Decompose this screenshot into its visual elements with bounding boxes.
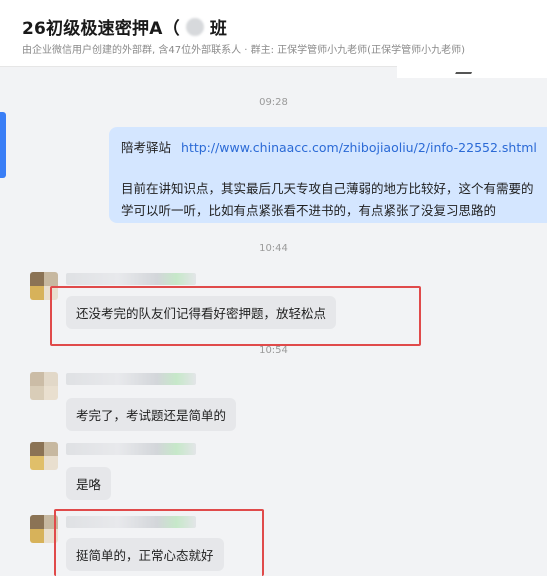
- chat-title-suffix: 班: [209, 19, 227, 39]
- redacted-sender-name: [66, 443, 196, 455]
- avatar[interactable]: [30, 372, 58, 400]
- highlight-box: [50, 286, 421, 346]
- incoming-message-bubble[interactable]: 考完了，考试题还是简单的: [66, 398, 237, 431]
- chat-title-row[interactable]: 26初级极速密押A（ 班: [22, 14, 227, 39]
- chat-header: 26初级极速密押A（ 班 由企业微信用户创建的外部群, 含47位外部联系人 · …: [0, 0, 547, 67]
- partial-image-preview[interactable]: [397, 66, 547, 78]
- image-scribble: [455, 66, 475, 74]
- message-timestamp: 09:28: [259, 97, 288, 108]
- redacted-sender-name: [66, 373, 196, 385]
- incoming-message-bubble[interactable]: 是咯: [66, 467, 112, 500]
- message-timestamp: 10:44: [259, 243, 288, 254]
- chat-subtitle: 由企业微信用户创建的外部群, 含47位外部联系人 · 群主: 正保学管师小九老师…: [22, 45, 465, 56]
- message-timestamp: 10:54: [259, 345, 288, 356]
- redacted-title-part: [185, 17, 204, 36]
- redacted-sender-name: [66, 273, 196, 285]
- outgoing-message-bubble[interactable]: 陪考驿站 http://www.chinaacc.com/zhibojiaoliu…: [109, 127, 547, 223]
- active-chat-indicator: [0, 112, 6, 178]
- message-prefix: 陪考驿站: [121, 140, 172, 155]
- message-text-line: 目前在讲知识点，其实最后几天专攻自己薄弱的地方比较好，这个有需要的: [121, 181, 534, 196]
- highlight-box: [54, 509, 264, 576]
- message-text-line: 学可以听一听，比如有点紧张看不进书的，有点紧张了没复习思路的: [121, 203, 497, 218]
- message-link[interactable]: http://www.chinaacc.com/zhibojiaoliu/2/i…: [181, 140, 537, 155]
- chat-title: 26初级极速密押A（: [22, 19, 180, 39]
- avatar[interactable]: [30, 442, 58, 470]
